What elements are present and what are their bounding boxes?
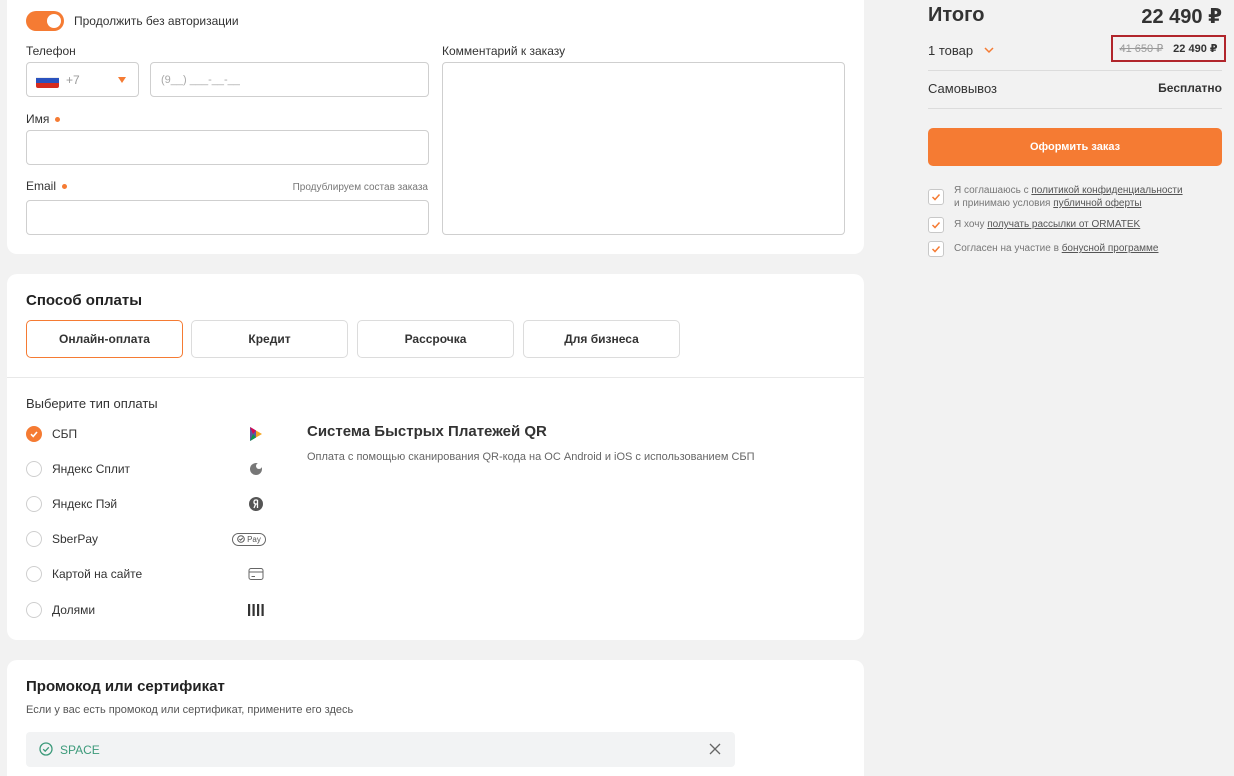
email-hint: Продублируем состав заказа xyxy=(292,182,428,193)
agreement-text: Я соглашаюсь с xyxy=(954,185,1032,196)
delivery-label: Самовывоз xyxy=(928,81,997,96)
promo-title: Промокод или сертификат xyxy=(26,678,225,695)
yandex-pay-icon xyxy=(246,495,266,513)
radio-checked[interactable] xyxy=(26,426,42,442)
name-label: Имя xyxy=(26,112,61,126)
close-icon[interactable] xyxy=(709,743,721,755)
tab-credit[interactable]: Кредит xyxy=(191,320,348,358)
old-price: 41 650 ₽ xyxy=(1119,43,1164,55)
privacy-policy-link[interactable]: политикой конфиденциальности xyxy=(1031,185,1182,196)
sberpay-icon-text: Pay xyxy=(247,534,261,544)
bonus-checkbox[interactable] xyxy=(928,241,944,257)
agreement-text: Я хочу xyxy=(954,219,988,230)
sberpay-icon: Pay xyxy=(232,530,266,548)
russia-flag-icon xyxy=(36,73,59,88)
continue-without-auth-label: Продолжить без авторизации xyxy=(74,14,239,28)
payment-card: Способ оплаты Онлайн-оплата Кредит Расср… xyxy=(7,274,864,640)
bonus-program-link[interactable]: бонусной программе xyxy=(1062,243,1159,254)
toggle-knob xyxy=(47,14,61,28)
card-icon xyxy=(246,565,266,583)
divider xyxy=(7,377,864,378)
name-input[interactable] xyxy=(26,130,429,165)
phone-input[interactable]: (9__) ___-__-__ xyxy=(150,62,429,97)
divider xyxy=(928,108,1222,109)
contact-card: Продолжить без авторизации Телефон +7 (9… xyxy=(7,0,864,254)
chevron-down-icon[interactable] xyxy=(983,44,995,56)
phone-label: Телефон xyxy=(26,44,76,58)
items-count[interactable]: 1 товар xyxy=(928,43,973,58)
promo-applied-field: SPACE xyxy=(26,732,735,767)
payment-option-card[interactable]: Картой на сайте xyxy=(26,565,266,585)
required-dot xyxy=(62,184,68,190)
payment-option-dolyami[interactable]: Долями xyxy=(26,601,266,621)
divider xyxy=(928,70,1222,71)
promo-code: SPACE xyxy=(60,743,100,757)
sbp-icon xyxy=(246,425,266,443)
required-dot xyxy=(55,117,61,123)
email-label-text: Email xyxy=(26,179,57,193)
tab-business[interactable]: Для бизнеса xyxy=(523,320,680,358)
newsletter-link[interactable]: получать рассылки от ORMATEK xyxy=(987,219,1140,230)
payment-option-label: Долями xyxy=(52,603,96,617)
total-value: 22 490 ₽ xyxy=(1141,6,1222,28)
payment-option-label: Яндекс Сплит xyxy=(52,462,131,476)
chevron-down-icon xyxy=(118,77,126,83)
payment-title: Способ оплаты xyxy=(26,292,143,309)
new-price: 22 490 ₽ xyxy=(1173,43,1218,55)
bonus-agreement-text: Согласен на участие в бонусной программе xyxy=(954,242,1158,255)
payment-option-label: SberPay xyxy=(52,532,99,546)
check-icon xyxy=(931,245,941,253)
comment-textarea[interactable] xyxy=(442,62,845,235)
choose-payment-label: Выберите тип оплаты xyxy=(26,396,158,411)
promo-card: Промокод или сертификат Если у вас есть … xyxy=(7,660,864,776)
email-label: Email xyxy=(26,179,68,193)
email-input[interactable] xyxy=(26,200,429,235)
name-label-text: Имя xyxy=(26,112,50,126)
privacy-checkbox[interactable] xyxy=(928,189,944,205)
radio[interactable] xyxy=(26,566,42,582)
tab-installment[interactable]: Рассрочка xyxy=(357,320,514,358)
radio[interactable] xyxy=(26,461,42,477)
checkout-button[interactable]: Оформить заказ xyxy=(928,128,1222,166)
payment-option-label: Картой на сайте xyxy=(52,567,143,581)
newsletter-checkbox[interactable] xyxy=(928,217,944,233)
dolyami-icon xyxy=(246,601,266,619)
payment-option-sberpay[interactable]: SberPay Pay xyxy=(26,530,266,550)
radio[interactable] xyxy=(26,496,42,512)
payment-option-yandex-split[interactable]: Яндекс Сплит xyxy=(26,460,266,480)
delivery-value: Бесплатно xyxy=(1158,81,1222,95)
phone-country-select[interactable]: +7 xyxy=(26,62,139,97)
check-circle-icon xyxy=(39,742,53,756)
tab-online-payment[interactable]: Онлайн-оплата xyxy=(26,320,183,358)
comment-label: Комментарий к заказу xyxy=(442,44,566,58)
phone-placeholder: (9__) ___-__-__ xyxy=(161,74,240,86)
phone-code: +7 xyxy=(66,73,80,87)
continue-without-auth-toggle[interactable] xyxy=(26,11,64,31)
promo-desc: Если у вас есть промокод или сертификат,… xyxy=(26,704,354,716)
payment-option-sbp[interactable]: СБП xyxy=(26,425,266,445)
check-icon xyxy=(931,193,941,201)
total-label: Итого xyxy=(928,4,985,26)
public-offer-link[interactable]: публичной оферты xyxy=(1053,198,1141,209)
radio[interactable] xyxy=(26,602,42,618)
payment-option-label: СБП xyxy=(52,427,78,441)
payment-option-yandex-pay[interactable]: Яндекс Пэй xyxy=(26,495,266,515)
radio[interactable] xyxy=(26,531,42,547)
selected-payment-title: Система Быстрых Платежей QR xyxy=(307,423,547,440)
agreement-text: и принимаю условия xyxy=(954,198,1054,209)
price-highlight-box: 41 650 ₽ 22 490 ₽ xyxy=(1111,35,1226,62)
agreement-text: Согласен на участие в xyxy=(954,243,1062,254)
privacy-agreement-text: Я соглашаюсь с политикой конфиденциально… xyxy=(954,184,1183,210)
selected-payment-desc: Оплата с помощью сканирования QR-кода на… xyxy=(307,451,755,463)
check-icon xyxy=(30,431,38,438)
payment-option-label: Яндекс Пэй xyxy=(52,497,118,511)
check-icon xyxy=(931,221,941,229)
yandex-split-icon xyxy=(246,460,266,478)
newsletter-agreement-text: Я хочу получать рассылки от ORMATEK xyxy=(954,218,1140,231)
